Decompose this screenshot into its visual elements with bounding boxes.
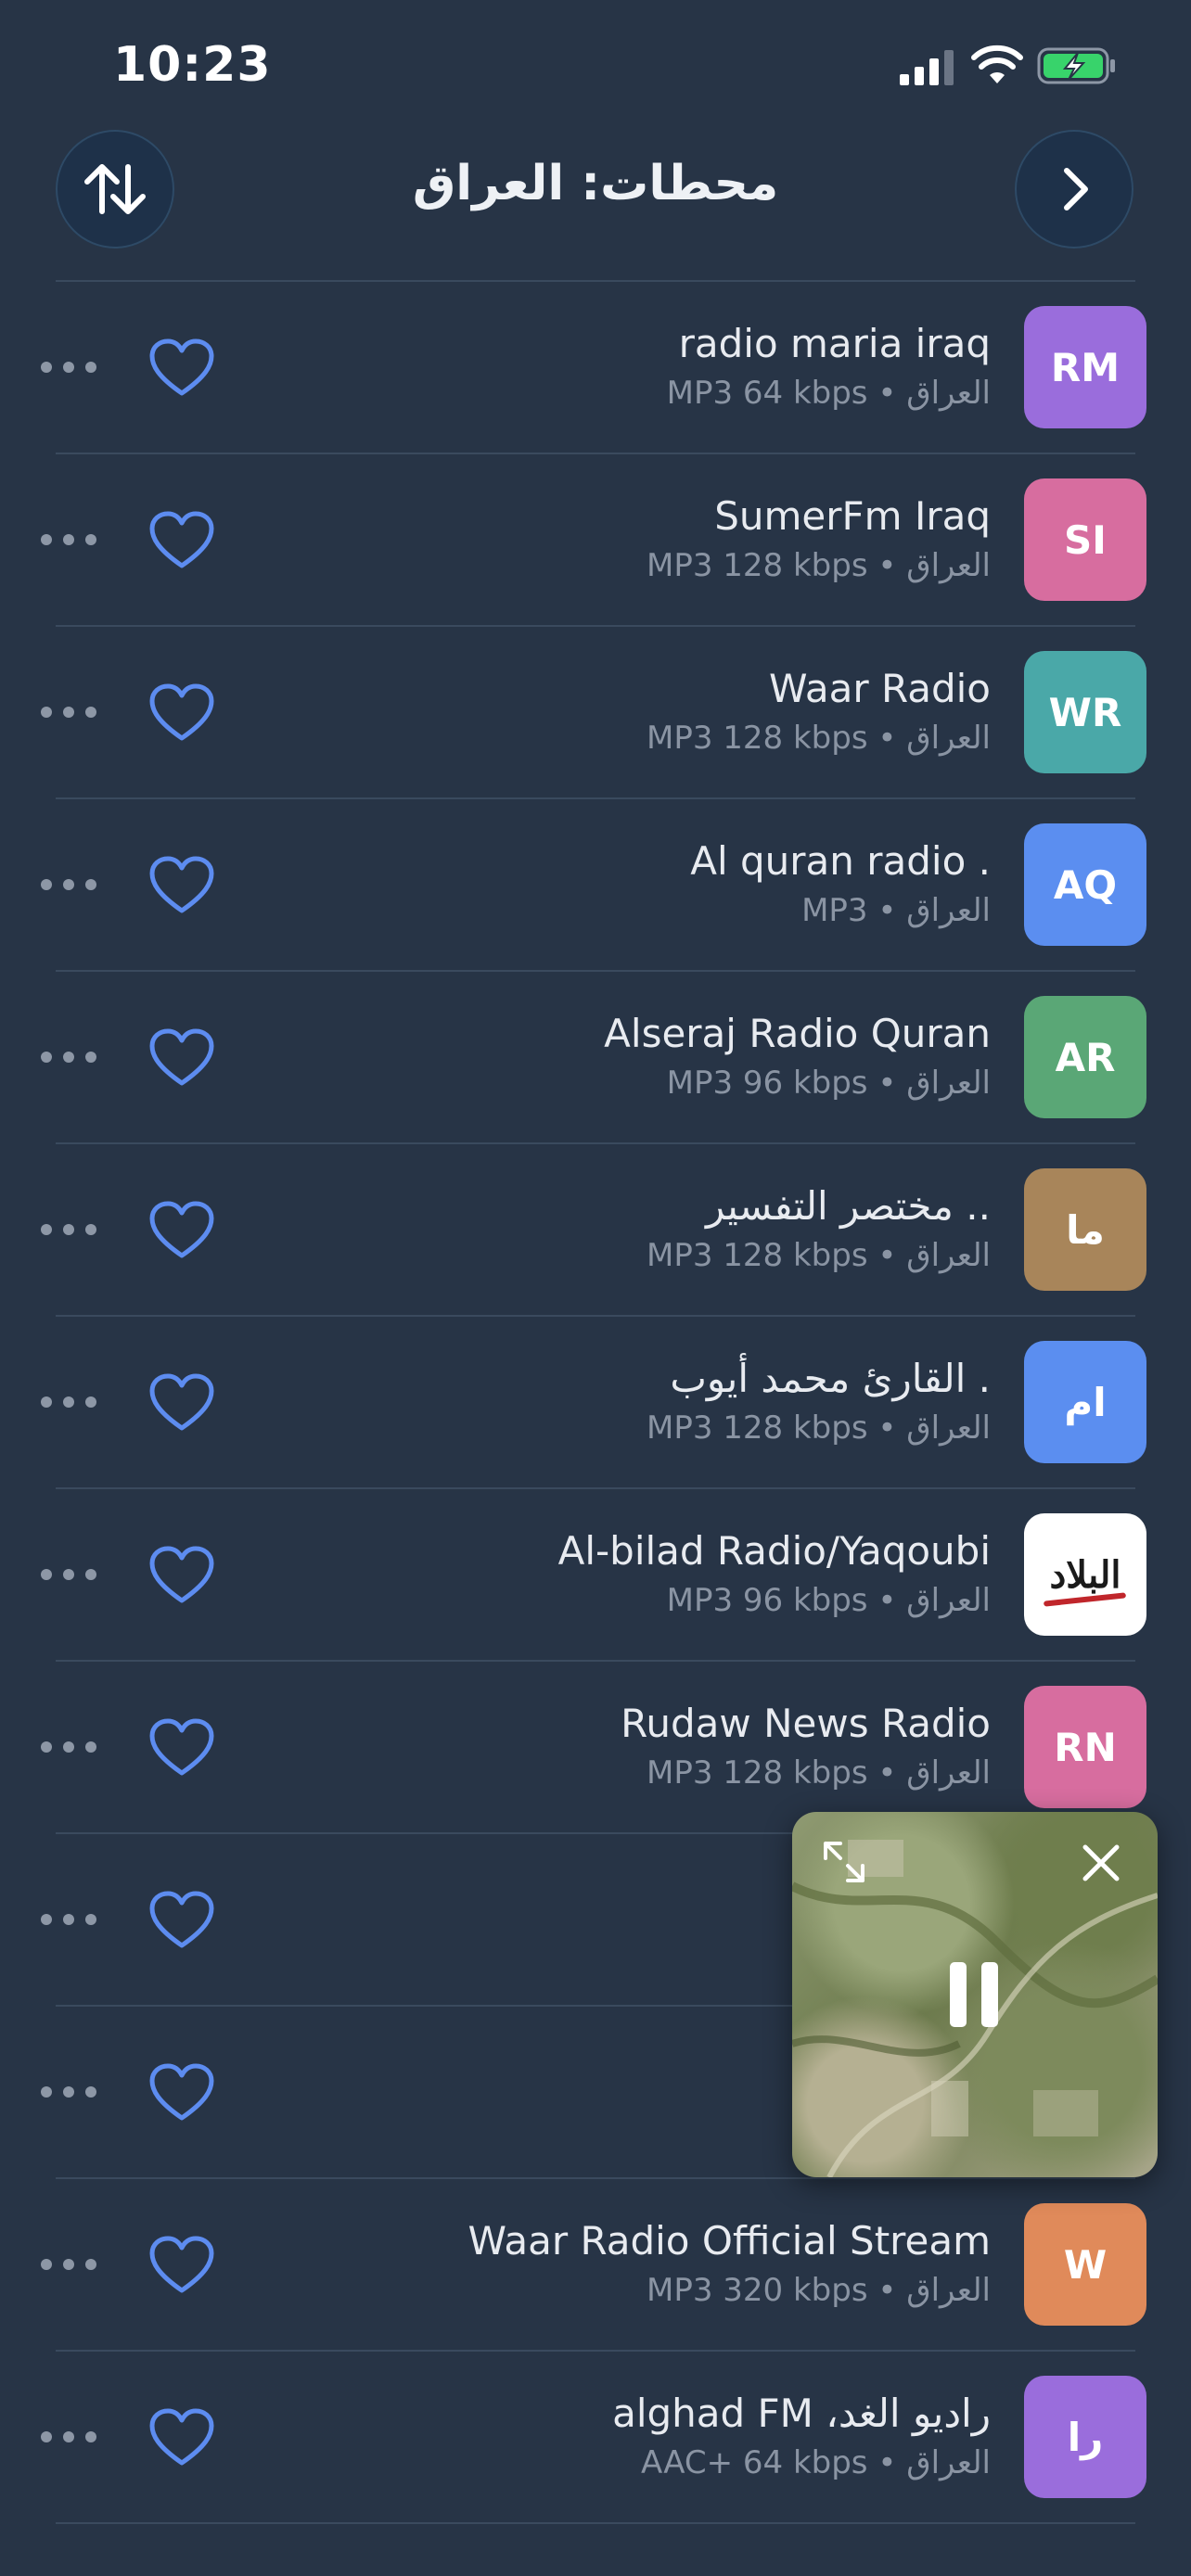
cellular-signal-icon [900, 50, 954, 85]
station-avatar: AQ [1024, 823, 1146, 946]
station-row[interactable]: القارئ محمد أيوب . MP3 128 kbps • العراق ا… [0, 1317, 1191, 1489]
status-bar: 10:23 [0, 0, 1191, 130]
station-avatar-label: AR [1055, 1034, 1116, 1080]
station-avatar-label: WR [1048, 689, 1122, 735]
station-row[interactable]: Al quran radio . MP3 • العراق AQ [0, 799, 1191, 972]
more-options-button[interactable] [41, 1569, 98, 1582]
expand-icon[interactable] [820, 1838, 868, 1886]
station-avatar-label: را [1067, 2414, 1104, 2460]
station-avatar: RN [1024, 1686, 1146, 1808]
station-details: MP3 128 kbps • العراق [646, 1409, 991, 1447]
station-details: MP3 128 kbps • العراق [646, 1237, 991, 1274]
station-avatar: AR [1024, 996, 1146, 1118]
station-avatar: RM [1024, 306, 1146, 428]
station-name: Rudaw News Radio [621, 1701, 991, 1746]
heart-icon[interactable] [148, 1372, 215, 1434]
page-title: محطات: العراق [412, 156, 779, 211]
station-avatar-label: ام [1064, 1379, 1107, 1425]
more-options-button[interactable] [41, 1396, 98, 1409]
station-row[interactable]: Alseraj Radio Quran MP3 96 kbps • العراق A… [0, 972, 1191, 1144]
pip-video-player[interactable] [792, 1812, 1158, 2177]
station-details: MP3 128 kbps • العراق [646, 720, 991, 757]
station-name: القارئ محمد أيوب . [670, 1356, 991, 1401]
more-options-button[interactable] [41, 707, 98, 720]
station-row[interactable]: alghad FM ،راديو الغد AAC+ 64 kbps • العر… [0, 2352, 1191, 2524]
sort-arrows-icon [84, 164, 146, 214]
station-row[interactable]: مختصر التفسير .. MP3 128 kbps • العراق ما [0, 1144, 1191, 1317]
station-avatar-label: RM [1050, 344, 1121, 390]
chevron-right-icon [1064, 168, 1088, 210]
forward-button[interactable] [1015, 130, 1133, 249]
station-avatar: ما [1024, 1168, 1146, 1291]
station-details: MP3 • العراق [801, 892, 991, 929]
station-name: Alseraj Radio Quran [604, 1011, 991, 1056]
station-name: مختصر التفسير .. [706, 1183, 991, 1229]
station-details: MP3 128 kbps • العراق [646, 1754, 991, 1792]
station-row[interactable]: Waar Radio Official Stream MP3 320 kbps •… [0, 2179, 1191, 2352]
heart-icon[interactable] [148, 2235, 215, 2296]
heart-icon[interactable] [148, 1890, 215, 1951]
battery-charging-icon [1037, 47, 1115, 84]
station-avatar: را [1024, 2376, 1146, 2498]
wifi-icon [971, 45, 1023, 83]
station-avatar: ام [1024, 1341, 1146, 1463]
station-name: SumerFm Iraq [714, 493, 991, 539]
station-name: Waar Radio [769, 666, 991, 711]
station-name: alghad FM ،راديو الغد [612, 2391, 991, 2436]
station-name: Al-bilad Radio/Yaqoubi [557, 1528, 991, 1574]
station-details: AAC+ 64 kbps • العراق [640, 2444, 991, 2481]
station-avatar: البلاد [1024, 1513, 1146, 1636]
status-time: 10:23 [113, 37, 272, 93]
station-avatar-label: ما [1066, 1206, 1105, 1253]
more-options-button[interactable] [41, 1914, 98, 1927]
station-avatar-label: SI [1064, 516, 1107, 563]
station-avatar-label: RN [1054, 1724, 1117, 1770]
station-row[interactable]: SumerFm Iraq MP3 128 kbps • العراق SI [0, 454, 1191, 627]
station-row[interactable]: Rudaw News Radio MP3 128 kbps • العراق RN [0, 1662, 1191, 1834]
more-options-button[interactable] [41, 2259, 98, 2272]
station-avatar-label: W [1063, 2241, 1108, 2288]
station-list: radio maria iraq MP3 64 kbps • العراق RM Su… [0, 282, 1191, 2524]
station-avatar-label: البلاد [1049, 1552, 1121, 1597]
station-details: MP3 320 kbps • العراق [646, 2272, 991, 2309]
heart-icon[interactable] [148, 855, 215, 916]
sort-button[interactable] [56, 130, 174, 249]
more-options-button[interactable] [41, 1741, 98, 1754]
station-details: MP3 96 kbps • العراق [666, 1065, 991, 1102]
heart-icon[interactable] [148, 682, 215, 744]
heart-icon[interactable] [148, 338, 215, 399]
station-avatar: SI [1024, 478, 1146, 601]
heart-icon[interactable] [148, 1027, 215, 1089]
heart-icon[interactable] [148, 1545, 215, 1606]
station-details: MP3 128 kbps • العراق [646, 547, 991, 584]
heart-icon[interactable] [148, 2407, 215, 2468]
station-details: MP3 64 kbps • العراق [666, 375, 991, 412]
station-row[interactable]: radio maria iraq MP3 64 kbps • العراق RM [0, 282, 1191, 454]
more-options-button[interactable] [41, 534, 98, 547]
more-options-button[interactable] [41, 879, 98, 892]
more-options-button[interactable] [41, 1052, 98, 1065]
station-details: MP3 96 kbps • العراق [666, 1582, 991, 1619]
station-avatar-label: AQ [1053, 861, 1118, 908]
navigation-bar: محطات: العراق [0, 130, 1191, 278]
station-name: radio maria iraq [678, 321, 991, 366]
station-avatar: W [1024, 2203, 1146, 2326]
heart-icon[interactable] [148, 2062, 215, 2123]
close-icon[interactable] [1080, 1842, 1122, 1884]
more-options-button[interactable] [41, 362, 98, 375]
more-options-button[interactable] [41, 2431, 98, 2444]
heart-icon[interactable] [148, 510, 215, 571]
row-divider [56, 2522, 1135, 2524]
station-name: Al quran radio . [690, 838, 991, 884]
station-row[interactable]: Waar Radio MP3 128 kbps • العراق WR [0, 627, 1191, 799]
heart-icon[interactable] [148, 1200, 215, 1261]
station-row[interactable]: Al-bilad Radio/Yaqoubi MP3 96 kbps • العر… [0, 1489, 1191, 1662]
more-options-button[interactable] [41, 2086, 98, 2099]
station-name: Waar Radio Official Stream [467, 2218, 991, 2264]
heart-icon[interactable] [148, 1717, 215, 1779]
station-avatar: WR [1024, 651, 1146, 773]
pause-icon[interactable] [948, 1960, 1000, 2029]
more-options-button[interactable] [41, 1224, 98, 1237]
